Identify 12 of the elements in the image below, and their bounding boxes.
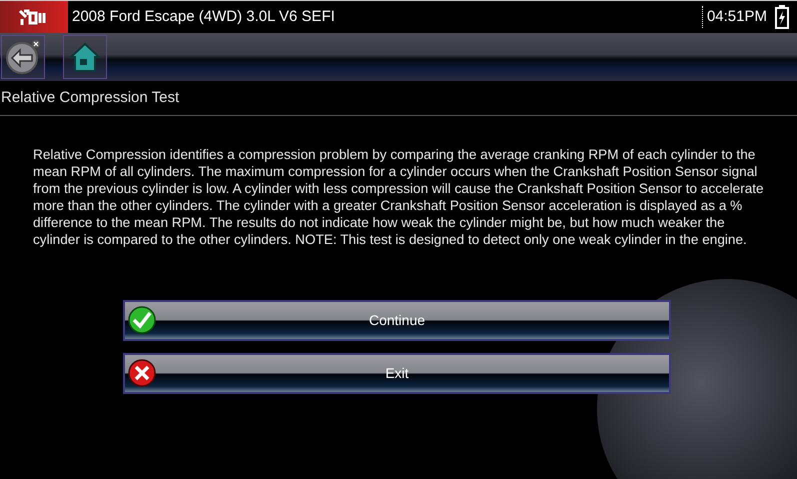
check-icon (128, 306, 156, 334)
screen-title: Relative Compression Test (0, 81, 797, 116)
vehicle-name: 2008 Ford Escape (4WD) 3.0L V6 SEFI (72, 6, 336, 27)
description-text: Relative Compression identifies a compression problem by comparing the average cranking RPM of each cylinder to the mean RPM of all cylinders. The maximum compression for a cylinder occurs when the Crankshaft Position Sensor signal from the previous cylinder is low. A cylinder with less compression will cause the Crankshaft Position Sensor to accelerate more than the other cylinders. The cylinder with a greater Crankshaft Position Sensor acceleration is displayed as a % difference to the mean RPM. The results do not indicate how weak the cylinder might be, but how much weaker the cylinder is compared to the other cylinders. NOTE: This test is designed to detect only one weak cylinder in the engine. (33, 146, 765, 248)
battery-icon (775, 5, 789, 29)
back-arrow-icon (4, 38, 42, 76)
home-button[interactable] (63, 35, 107, 79)
back-button[interactable] (1, 35, 45, 79)
scanner-logo-icon (0, 1, 68, 33)
clock-time: 04:51PM (702, 6, 771, 28)
cross-icon (128, 358, 156, 386)
home-icon (68, 41, 102, 73)
